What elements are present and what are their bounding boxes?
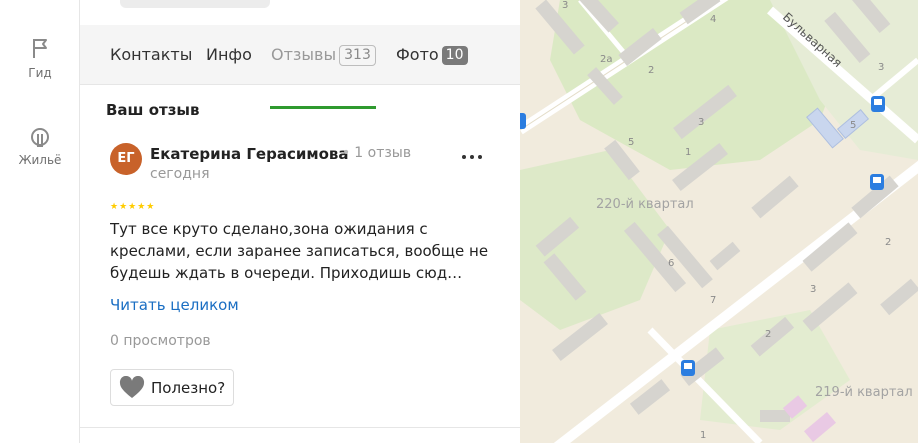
tab-photo[interactable]: Фото 10 xyxy=(396,45,468,65)
tab-reviews-label: Отзывы xyxy=(271,45,337,64)
heart-icon xyxy=(119,375,145,398)
tab-contacts[interactable]: Контакты xyxy=(110,45,192,64)
divider xyxy=(80,427,520,428)
house-number: 3 xyxy=(562,0,568,11)
rail-item-guide-label: Гид xyxy=(28,66,52,80)
house-number: 7 xyxy=(710,295,716,306)
house-number: 3 xyxy=(810,284,816,295)
map[interactable]: 4 3 2а 2 1 3 5 5 3 6 7 2 3 2 1 220-й ква… xyxy=(520,0,918,443)
reviews-count-badge: 313 xyxy=(339,45,376,66)
review-text: Тут все круто сделано,зона ожидания с кр… xyxy=(110,220,489,282)
house-number: 3 xyxy=(878,62,884,73)
house-number: 6 xyxy=(668,258,674,269)
useful-label: Полезно? xyxy=(151,378,226,397)
tab-bar: Контакты Инфо Отзывы 313 Фото 10 xyxy=(80,25,520,109)
useful-button[interactable]: Полезно? xyxy=(110,369,235,406)
section-title: Ваш отзыв xyxy=(106,101,200,119)
views-count: 0 просмотров xyxy=(110,333,211,349)
bus-stop-icon[interactable] xyxy=(681,360,695,376)
district-label: 220-й квартал xyxy=(596,197,694,212)
bus-stop-icon[interactable] xyxy=(871,96,885,112)
house-number: 1 xyxy=(685,147,691,158)
house-number: 4 xyxy=(710,14,716,25)
house-number: 2 xyxy=(765,329,771,340)
avatar[interactable]: ЕГ xyxy=(110,143,142,175)
house-number: 2 xyxy=(885,237,891,248)
rail-item-guide[interactable]: Гид xyxy=(0,34,80,80)
map-canvas[interactable]: 4 3 2а 2 1 3 5 5 3 6 7 2 3 2 1 220-й ква… xyxy=(520,0,918,443)
review-date: сегодня xyxy=(150,166,210,182)
house-number: 5 xyxy=(628,137,634,148)
tab-photo-label: Фото xyxy=(396,45,439,64)
bus-stop-icon[interactable] xyxy=(520,113,526,129)
author-review-count: 1 отзыв xyxy=(354,145,412,161)
active-tab-indicator xyxy=(270,106,376,109)
bus-stop-icon[interactable] xyxy=(870,174,884,190)
more-options-icon[interactable] xyxy=(460,148,484,164)
tab-reviews[interactable]: Отзывы 313 xyxy=(271,45,376,66)
left-rail: Гид Жильё xyxy=(0,0,80,443)
district-label: 219-й квартал xyxy=(815,385,913,400)
house-number: 5 xyxy=(850,120,856,131)
scrolled-content-edge xyxy=(120,0,270,8)
flag-icon xyxy=(33,39,47,58)
photo-count-badge: 10 xyxy=(441,46,468,65)
house-number: 3 xyxy=(698,117,704,128)
rail-item-housing-label: Жильё xyxy=(18,153,62,167)
house-number: 2 xyxy=(648,65,654,76)
rating-stars: ★★★★★ xyxy=(110,202,156,212)
housing-icon xyxy=(30,128,50,147)
organization-panel: Контакты Инфо Отзывы 313 Фото 10 Ваш отзыв… xyxy=(80,0,520,443)
author-meta: • 1 отзыв xyxy=(342,145,412,161)
rail-item-housing[interactable]: Жильё xyxy=(0,121,80,167)
author-name[interactable]: Екатерина Герасимова xyxy=(150,145,349,163)
house-number: 2а xyxy=(600,54,613,65)
tab-info[interactable]: Инфо xyxy=(206,45,252,64)
house-number: 1 xyxy=(700,430,706,441)
read-more-link[interactable]: Читать целиком xyxy=(110,296,239,314)
